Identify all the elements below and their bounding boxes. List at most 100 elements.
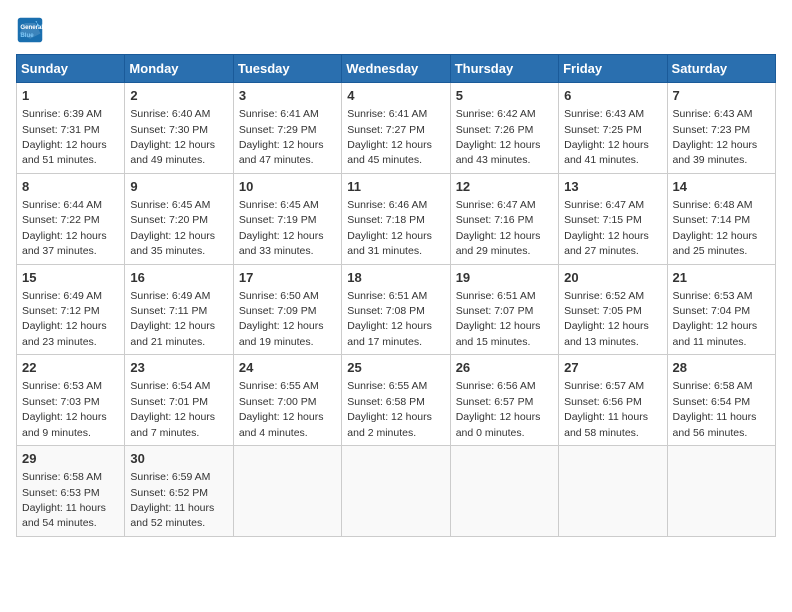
day-info: Sunrise: 6:56 AMSunset: 6:57 PMDaylight:… [456,380,541,438]
day-info: Sunrise: 6:57 AMSunset: 6:56 PMDaylight:… [564,380,648,438]
day-info: Sunrise: 6:47 AMSunset: 7:15 PMDaylight:… [564,199,649,257]
day-number: 18 [347,269,444,287]
day-number: 26 [456,359,553,377]
weekday-header-monday: Monday [125,55,233,83]
calendar-cell: 12 Sunrise: 6:47 AMSunset: 7:16 PMDaylig… [450,173,558,264]
day-info: Sunrise: 6:41 AMSunset: 7:29 PMDaylight:… [239,108,324,166]
day-number: 21 [673,269,770,287]
calendar-cell: 3 Sunrise: 6:41 AMSunset: 7:29 PMDayligh… [233,83,341,174]
calendar-cell: 24 Sunrise: 6:55 AMSunset: 7:00 PMDaylig… [233,355,341,446]
day-info: Sunrise: 6:41 AMSunset: 7:27 PMDaylight:… [347,108,432,166]
day-number: 20 [564,269,661,287]
day-number: 19 [456,269,553,287]
day-number: 28 [673,359,770,377]
calendar-cell: 7 Sunrise: 6:43 AMSunset: 7:23 PMDayligh… [667,83,775,174]
day-info: Sunrise: 6:45 AMSunset: 7:19 PMDaylight:… [239,199,324,257]
day-number: 9 [130,178,227,196]
day-number: 12 [456,178,553,196]
calendar-cell: 23 Sunrise: 6:54 AMSunset: 7:01 PMDaylig… [125,355,233,446]
day-number: 5 [456,87,553,105]
day-number: 24 [239,359,336,377]
calendar-cell: 14 Sunrise: 6:48 AMSunset: 7:14 PMDaylig… [667,173,775,264]
day-number: 7 [673,87,770,105]
day-info: Sunrise: 6:52 AMSunset: 7:05 PMDaylight:… [564,290,649,348]
header: General Blue [16,16,776,44]
day-info: Sunrise: 6:58 AMSunset: 6:54 PMDaylight:… [673,380,757,438]
day-info: Sunrise: 6:43 AMSunset: 7:23 PMDaylight:… [673,108,758,166]
day-info: Sunrise: 6:53 AMSunset: 7:03 PMDaylight:… [22,380,107,438]
calendar-cell: 9 Sunrise: 6:45 AMSunset: 7:20 PMDayligh… [125,173,233,264]
day-info: Sunrise: 6:47 AMSunset: 7:16 PMDaylight:… [456,199,541,257]
weekday-header-row: SundayMondayTuesdayWednesdayThursdayFrid… [17,55,776,83]
calendar-cell: 1 Sunrise: 6:39 AMSunset: 7:31 PMDayligh… [17,83,125,174]
day-info: Sunrise: 6:42 AMSunset: 7:26 PMDaylight:… [456,108,541,166]
calendar-cell: 29 Sunrise: 6:58 AMSunset: 6:53 PMDaylig… [17,446,125,537]
day-number: 3 [239,87,336,105]
calendar-week-4: 22 Sunrise: 6:53 AMSunset: 7:03 PMDaylig… [17,355,776,446]
calendar-cell: 20 Sunrise: 6:52 AMSunset: 7:05 PMDaylig… [559,264,667,355]
day-info: Sunrise: 6:44 AMSunset: 7:22 PMDaylight:… [22,199,107,257]
day-number: 11 [347,178,444,196]
calendar-cell: 22 Sunrise: 6:53 AMSunset: 7:03 PMDaylig… [17,355,125,446]
day-info: Sunrise: 6:48 AMSunset: 7:14 PMDaylight:… [673,199,758,257]
calendar-cell: 18 Sunrise: 6:51 AMSunset: 7:08 PMDaylig… [342,264,450,355]
calendar-cell [233,446,341,537]
calendar-cell: 10 Sunrise: 6:45 AMSunset: 7:19 PMDaylig… [233,173,341,264]
calendar-cell: 15 Sunrise: 6:49 AMSunset: 7:12 PMDaylig… [17,264,125,355]
day-info: Sunrise: 6:39 AMSunset: 7:31 PMDaylight:… [22,108,107,166]
day-info: Sunrise: 6:55 AMSunset: 6:58 PMDaylight:… [347,380,432,438]
day-info: Sunrise: 6:49 AMSunset: 7:11 PMDaylight:… [130,290,215,348]
day-number: 17 [239,269,336,287]
calendar-cell [450,446,558,537]
weekday-header-thursday: Thursday [450,55,558,83]
day-info: Sunrise: 6:51 AMSunset: 7:07 PMDaylight:… [456,290,541,348]
day-number: 30 [130,450,227,468]
calendar-cell: 21 Sunrise: 6:53 AMSunset: 7:04 PMDaylig… [667,264,775,355]
day-number: 14 [673,178,770,196]
logo: General Blue [16,16,48,44]
calendar-cell: 2 Sunrise: 6:40 AMSunset: 7:30 PMDayligh… [125,83,233,174]
day-number: 4 [347,87,444,105]
calendar-cell: 26 Sunrise: 6:56 AMSunset: 6:57 PMDaylig… [450,355,558,446]
weekday-header-tuesday: Tuesday [233,55,341,83]
calendar-week-2: 8 Sunrise: 6:44 AMSunset: 7:22 PMDayligh… [17,173,776,264]
calendar-cell [342,446,450,537]
day-number: 16 [130,269,227,287]
calendar-cell [667,446,775,537]
calendar-week-1: 1 Sunrise: 6:39 AMSunset: 7:31 PMDayligh… [17,83,776,174]
day-info: Sunrise: 6:43 AMSunset: 7:25 PMDaylight:… [564,108,649,166]
day-info: Sunrise: 6:58 AMSunset: 6:53 PMDaylight:… [22,471,106,529]
svg-text:Blue: Blue [20,32,34,39]
calendar-cell: 6 Sunrise: 6:43 AMSunset: 7:25 PMDayligh… [559,83,667,174]
day-number: 13 [564,178,661,196]
calendar-cell: 25 Sunrise: 6:55 AMSunset: 6:58 PMDaylig… [342,355,450,446]
day-info: Sunrise: 6:46 AMSunset: 7:18 PMDaylight:… [347,199,432,257]
calendar-cell: 13 Sunrise: 6:47 AMSunset: 7:15 PMDaylig… [559,173,667,264]
weekday-header-friday: Friday [559,55,667,83]
day-info: Sunrise: 6:53 AMSunset: 7:04 PMDaylight:… [673,290,758,348]
weekday-header-saturday: Saturday [667,55,775,83]
weekday-header-wednesday: Wednesday [342,55,450,83]
calendar-cell: 11 Sunrise: 6:46 AMSunset: 7:18 PMDaylig… [342,173,450,264]
day-number: 27 [564,359,661,377]
logo-icon: General Blue [16,16,44,44]
calendar-week-3: 15 Sunrise: 6:49 AMSunset: 7:12 PMDaylig… [17,264,776,355]
day-number: 25 [347,359,444,377]
calendar-cell: 30 Sunrise: 6:59 AMSunset: 6:52 PMDaylig… [125,446,233,537]
calendar-cell: 17 Sunrise: 6:50 AMSunset: 7:09 PMDaylig… [233,264,341,355]
weekday-header-sunday: Sunday [17,55,125,83]
day-info: Sunrise: 6:40 AMSunset: 7:30 PMDaylight:… [130,108,215,166]
calendar-cell: 16 Sunrise: 6:49 AMSunset: 7:11 PMDaylig… [125,264,233,355]
day-info: Sunrise: 6:50 AMSunset: 7:09 PMDaylight:… [239,290,324,348]
day-number: 29 [22,450,119,468]
calendar-cell [559,446,667,537]
day-number: 10 [239,178,336,196]
day-info: Sunrise: 6:51 AMSunset: 7:08 PMDaylight:… [347,290,432,348]
calendar-cell: 19 Sunrise: 6:51 AMSunset: 7:07 PMDaylig… [450,264,558,355]
day-number: 1 [22,87,119,105]
day-info: Sunrise: 6:49 AMSunset: 7:12 PMDaylight:… [22,290,107,348]
day-number: 2 [130,87,227,105]
day-info: Sunrise: 6:55 AMSunset: 7:00 PMDaylight:… [239,380,324,438]
day-info: Sunrise: 6:54 AMSunset: 7:01 PMDaylight:… [130,380,215,438]
calendar-table: SundayMondayTuesdayWednesdayThursdayFrid… [16,54,776,537]
